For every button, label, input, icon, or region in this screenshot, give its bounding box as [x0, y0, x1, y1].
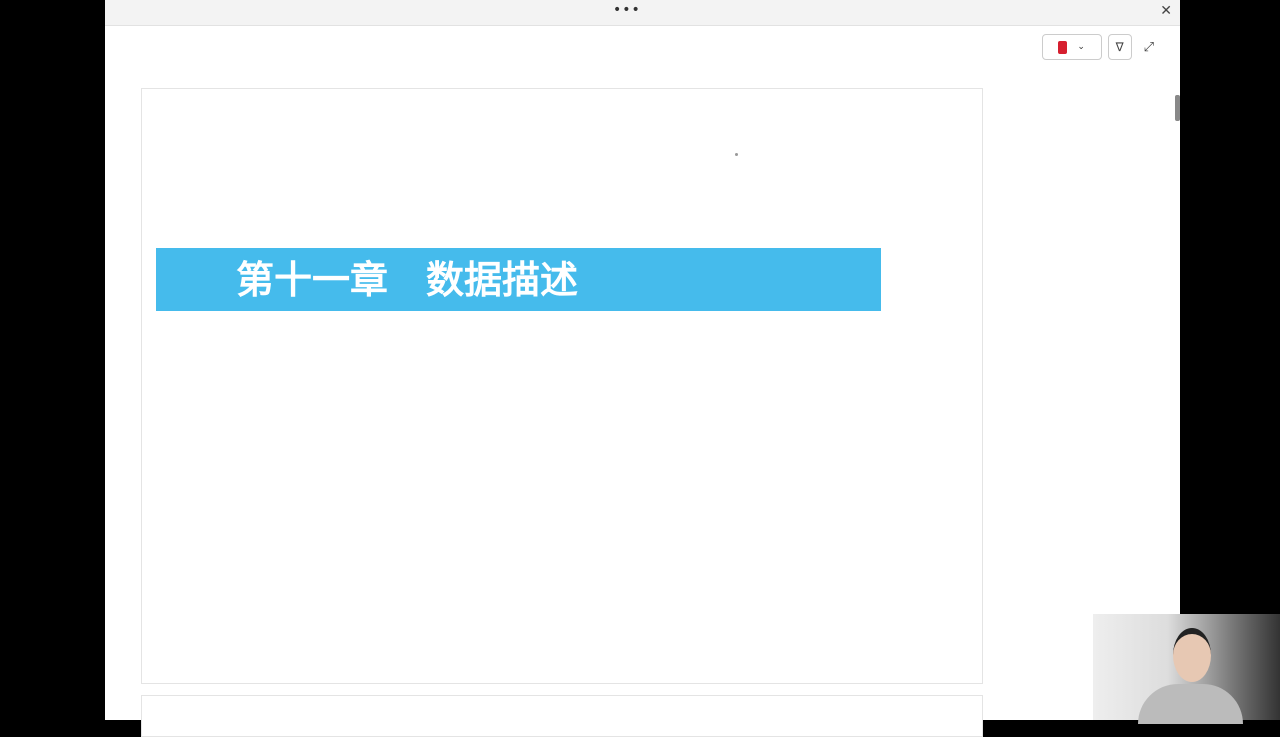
scrollbar[interactable]	[1175, 95, 1180, 121]
dot-mark	[735, 153, 738, 156]
webcam-overlay	[1093, 614, 1280, 724]
document-page-next	[141, 695, 983, 737]
filter-button[interactable]: ∇	[1107, 34, 1132, 60]
more-dots-icon[interactable]: •••	[613, 2, 641, 18]
chevron-down-icon: ⌄	[1077, 42, 1085, 52]
presenter-body	[1138, 684, 1243, 724]
notebook-icon	[1058, 40, 1068, 54]
document-page: 第十一章 数据描述	[141, 88, 983, 684]
notebook-dropdown[interactable]: ⌄	[1041, 34, 1102, 60]
close-icon[interactable]: ✕	[1160, 3, 1172, 19]
presenter-face	[1173, 628, 1211, 682]
expand-icon[interactable]: ⤢	[1144, 40, 1154, 55]
chapter-title-banner: 第十一章 数据描述	[156, 248, 881, 311]
title-bar: ••• ✕	[105, 0, 1180, 26]
toolbar: ⌄ ∇ ⤢	[1041, 34, 1154, 60]
viewer-window: ••• ✕ ⌄ ∇ ⤢ 第十一章 数据描述	[105, 0, 1180, 737]
